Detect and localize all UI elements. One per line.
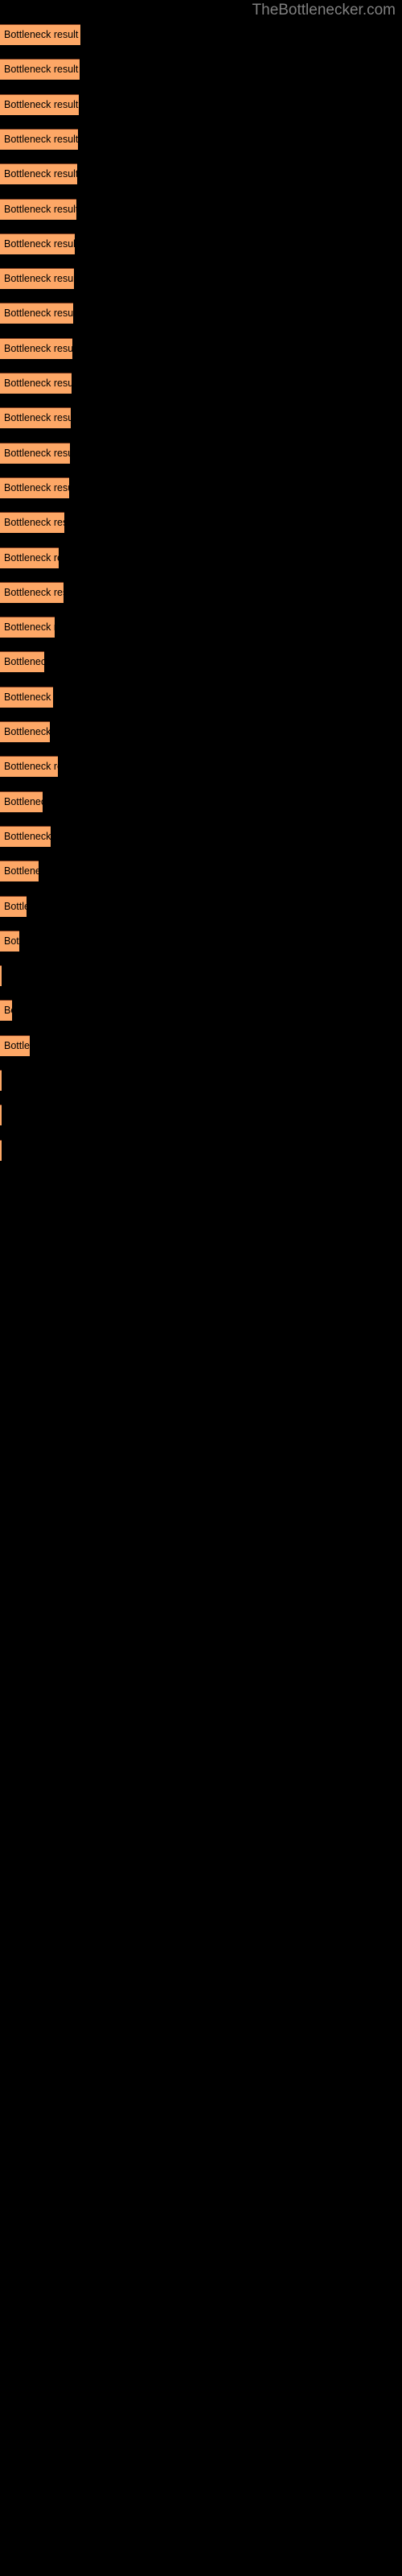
bar-fill — [0, 686, 53, 708]
bar[interactable]: Bottleneck result — [0, 1000, 12, 1022]
bar[interactable]: Bottleneck result — [0, 791, 43, 812]
bar-fill — [0, 547, 59, 568]
bar[interactable]: Bottleneck result — [0, 373, 72, 394]
bar-fill — [0, 24, 80, 45]
bar[interactable]: Bottleneck result — [0, 1034, 30, 1056]
bar[interactable]: Bottleneck result — [0, 825, 51, 847]
bar[interactable]: Bottleneck result — [0, 337, 72, 359]
bar-fill — [0, 791, 43, 812]
bar-fill — [0, 825, 51, 847]
bar[interactable]: Bottleneck result — [0, 686, 53, 708]
bar-fill — [0, 895, 27, 917]
bar-fill — [0, 233, 75, 254]
bar[interactable]: Bottleneck result — [0, 1070, 2, 1091]
bar[interactable]: Bottleneck result — [0, 93, 79, 115]
bar-fill — [0, 930, 19, 952]
bar[interactable]: Bottleneck result — [0, 477, 69, 498]
bar[interactable]: Bottleneck result — [0, 59, 80, 80]
bar-fill — [0, 268, 74, 290]
bar-fill — [0, 337, 72, 359]
bar[interactable]: Bottleneck result — [0, 303, 73, 324]
bar[interactable]: Bottleneck result — [0, 128, 78, 150]
bar-fill — [0, 1034, 30, 1056]
bar-fill — [0, 581, 64, 603]
bar[interactable]: Bottleneck result — [0, 1104, 2, 1126]
bar[interactable]: Bottleneck result — [0, 547, 59, 568]
bar[interactable]: Bottleneck result — [0, 407, 71, 429]
bar[interactable]: Bottleneck result — [0, 442, 70, 464]
bar-fill — [0, 93, 79, 115]
bar[interactable]: Bottleneck result — [0, 198, 76, 220]
bar[interactable]: Bottleneck result — [0, 512, 64, 534]
bar[interactable]: Bottleneck result — [0, 268, 74, 290]
bar[interactable]: Bottleneck result — [0, 1139, 2, 1161]
bar-fill — [0, 756, 58, 778]
bar-fill — [0, 1139, 2, 1161]
bar-fill — [0, 512, 64, 534]
chart-page: TheBottlenecker.com Bottleneck result Bot… — [0, 0, 402, 2576]
bar-fill — [0, 373, 72, 394]
bar[interactable]: Bottleneck result — [0, 233, 75, 254]
bar[interactable]: Bottleneck result — [0, 895, 27, 917]
bar[interactable]: Bottleneck result — [0, 965, 2, 987]
bar[interactable]: Bottleneck result — [0, 24, 80, 45]
bar[interactable]: Bottleneck result — [0, 861, 39, 882]
bar[interactable]: Bottleneck result — [0, 756, 58, 778]
bar-chart-plot-area: Bottleneck result Bottleneck result Bottle… — [0, 0, 402, 2576]
bar-fill — [0, 1070, 2, 1091]
bar[interactable]: Bottleneck result — [0, 721, 50, 742]
bar[interactable]: Bottleneck result — [0, 930, 19, 952]
bar[interactable]: Bottleneck result — [0, 617, 55, 638]
bar-fill — [0, 442, 70, 464]
bar-fill — [0, 303, 73, 324]
bar-fill — [0, 721, 50, 742]
bar[interactable]: Bottleneck result — [0, 163, 77, 185]
bar-fill — [0, 59, 80, 80]
bar-fill — [0, 128, 78, 150]
bar-fill — [0, 1000, 12, 1022]
bar-fill — [0, 651, 44, 673]
bar-fill — [0, 965, 2, 987]
bar-fill — [0, 861, 39, 882]
bar[interactable]: Bottleneck result — [0, 581, 64, 603]
bar-fill — [0, 407, 71, 429]
bar[interactable]: Bottleneck result — [0, 651, 44, 673]
bar-fill — [0, 163, 77, 185]
bar-fill — [0, 1104, 2, 1126]
bar-fill — [0, 617, 55, 638]
bar-fill — [0, 477, 69, 498]
bar-fill — [0, 198, 76, 220]
